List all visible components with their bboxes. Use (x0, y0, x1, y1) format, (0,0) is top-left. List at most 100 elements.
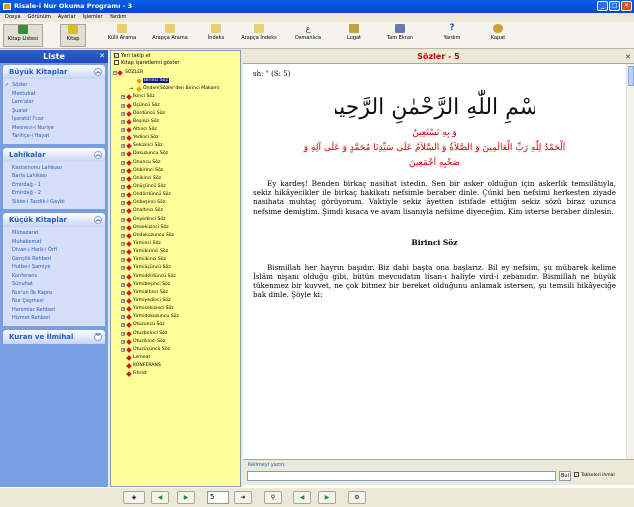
kulli-arama-button[interactable]: Külli Arama (107, 24, 137, 47)
tree-item[interactable]: Fihrist (113, 370, 240, 378)
indeks-button[interactable]: İndeks (204, 24, 228, 47)
tree-item[interactable]: + Yirmiyedinci Söz (113, 297, 240, 305)
maximize-button[interactable]: □ (609, 1, 620, 11)
first-page-button[interactable]: ◀ (151, 491, 169, 504)
tree-item[interactable]: + Sekizinci Söz (113, 142, 240, 150)
tree-item[interactable]: + Altıncı Söz (113, 126, 240, 134)
book-item[interactable]: İşaratül İ'caz (12, 115, 105, 124)
book-item[interactable]: Münazarat (12, 229, 105, 238)
tree-item[interactable]: + Onüçüncü Söz (113, 183, 240, 191)
scrollbar-thumb[interactable] (628, 66, 634, 86)
book-item[interactable]: Muhakemat (12, 238, 105, 247)
expand-icon[interactable]: ︾ (94, 332, 102, 341)
follow-location-option[interactable]: ✓ Yeri takip et (114, 53, 240, 60)
tree-item[interactable]: + Yirmiikinci Söz (113, 256, 240, 264)
tree-item[interactable]: KONFERANS (113, 362, 240, 370)
collapse-icon[interactable]: ︽ (94, 68, 102, 76)
yardim-button[interactable]: ? Yardım (441, 24, 463, 47)
tree-item[interactable]: + Onsekizinci Söz (113, 224, 240, 232)
expand-icon[interactable]: + (121, 160, 125, 165)
next-page-button[interactable]: ▶ (177, 491, 195, 504)
tam-ekran-button[interactable]: Tam Ekran (384, 24, 416, 47)
expand-icon[interactable]: + (121, 258, 125, 263)
group-header[interactable]: Küçük Kitaplar ︽ (3, 213, 105, 227)
book-item[interactable]: Mektubat (12, 90, 105, 99)
expand-icon[interactable]: + (121, 282, 125, 287)
expand-icon[interactable]: + (121, 201, 125, 206)
menu-ayarlar[interactable]: Ayarlar (58, 13, 76, 22)
expand-icon[interactable]: + (121, 193, 125, 198)
expand-icon[interactable]: + (121, 266, 125, 271)
tree-item[interactable]: + Otuzikinci Söz (113, 338, 240, 346)
book-item[interactable]: Şualar (12, 107, 105, 116)
expand-icon[interactable]: + (121, 290, 125, 295)
tree-item[interactable]: + Yirmiüçüncü Söz (113, 264, 240, 272)
book-item[interactable]: Hanımlar Rehberi (12, 306, 105, 315)
expand-icon[interactable]: + (121, 225, 125, 230)
group-header[interactable]: Büyük Kitaplar ︽ (3, 65, 105, 79)
group-header[interactable]: Kuran ve İlmihal ︾ (3, 329, 105, 344)
book-item[interactable]: Emirdağ - 1 (12, 181, 105, 190)
tree-item[interactable]: + Onaltıncı Söz (113, 207, 240, 215)
osmanlica-button[interactable]: ع Osmanlıca (292, 24, 324, 47)
tree-item[interactable]: + Otuzuncu Söz (113, 321, 240, 329)
checkbox[interactable]: ✓ (574, 472, 579, 477)
book-item[interactable]: Mesnevi-i Nuriye (12, 124, 105, 133)
show-bookmarks-option[interactable]: Kitap işaretlerini göster (114, 60, 240, 67)
expand-icon[interactable]: + (121, 339, 125, 344)
minimize-button[interactable]: _ (597, 1, 608, 11)
expand-icon[interactable]: + (121, 217, 125, 222)
tree-item[interactable]: + Dördüncü Söz (113, 110, 240, 118)
menu-islemler[interactable]: İşlemler (83, 13, 103, 22)
tree-item[interactable]: + Dokuzuncu Söz (113, 150, 240, 158)
checkbox[interactable]: ✓ (114, 53, 119, 58)
expand-icon[interactable]: + (121, 233, 125, 238)
search-input[interactable] (247, 471, 556, 481)
tree-item[interactable]: + Yirmidördüncü Söz (113, 273, 240, 281)
tree-item[interactable]: → Önden(Sözler'den Birinci Makam) (113, 85, 240, 93)
expand-icon[interactable]: + (121, 274, 125, 279)
prev-result-button[interactable]: ◀ (293, 491, 311, 504)
kitap-listesi-button[interactable]: Kitap Listesi (3, 24, 43, 47)
tree-item[interactable]: + Beşinci Söz (113, 118, 240, 126)
book-item[interactable]: Sikke-i Tasdik-i Gaybi (12, 198, 105, 207)
book-item[interactable]: Lem'alar (12, 98, 105, 107)
tree-item[interactable]: + Yirmialtıncı Söz (113, 289, 240, 297)
vertical-scrollbar[interactable] (626, 64, 634, 459)
close-window-button[interactable]: ✕ (621, 1, 632, 11)
expand-icon[interactable]: + (121, 168, 125, 173)
checkbox[interactable] (114, 60, 119, 65)
group-header[interactable]: Lahikalar ︽ (3, 147, 105, 162)
kapat-button[interactable]: Kapat (487, 24, 509, 47)
expand-icon[interactable]: + (121, 307, 125, 312)
tree-item[interactable]: + Otuzüçüncü Söz (113, 346, 240, 354)
book-item[interactable]: Gençlik Rehberi (12, 255, 105, 264)
expand-icon[interactable]: + (121, 347, 125, 352)
tree-item[interactable]: Lemeat (113, 354, 240, 362)
book-item[interactable]: Barla Lahikası (12, 172, 105, 181)
book-item[interactable]: Tarihçe-i Hayat (12, 132, 105, 141)
tree-item[interactable]: + Onbirinci Söz (113, 167, 240, 175)
tree-item[interactable]: + Otuzbirinci Söz (113, 330, 240, 338)
tree-item[interactable]: + Onuncu Söz (113, 159, 240, 167)
book-item[interactable]: Konferans (12, 272, 105, 281)
menu-dosya[interactable]: Dosya (5, 13, 21, 22)
book-item[interactable]: Emirdağ - 2 (12, 189, 105, 198)
expand-icon[interactable]: + (121, 241, 125, 246)
tree-item[interactable]: + Yedinci Söz (113, 134, 240, 142)
book-item[interactable]: Nur'un İlk Kapısı (12, 289, 105, 298)
book-item[interactable]: Sözler (5, 81, 105, 90)
tree-item[interactable]: + Yirmibirinci Söz (113, 248, 240, 256)
tree-item[interactable]: + Üçüncü Söz (113, 102, 240, 110)
expand-icon[interactable]: + (121, 152, 125, 157)
tree-item[interactable]: Birinci Söz (113, 77, 240, 85)
lugat-button[interactable]: Lugat (344, 24, 364, 47)
find-button[interactable]: Bul (559, 471, 571, 481)
book-item[interactable]: Hizmet Rehberi (12, 314, 105, 323)
settings-button[interactable]: ⚙ (348, 491, 366, 504)
expand-icon[interactable]: + (121, 184, 125, 189)
book-item[interactable]: Kastamonu Lahikası (12, 164, 105, 173)
expand-icon[interactable]: + (121, 119, 125, 124)
tree-root[interactable]: − SÖZLER (113, 69, 240, 77)
arapca-arama-button[interactable]: Arapça Arama (150, 24, 190, 47)
